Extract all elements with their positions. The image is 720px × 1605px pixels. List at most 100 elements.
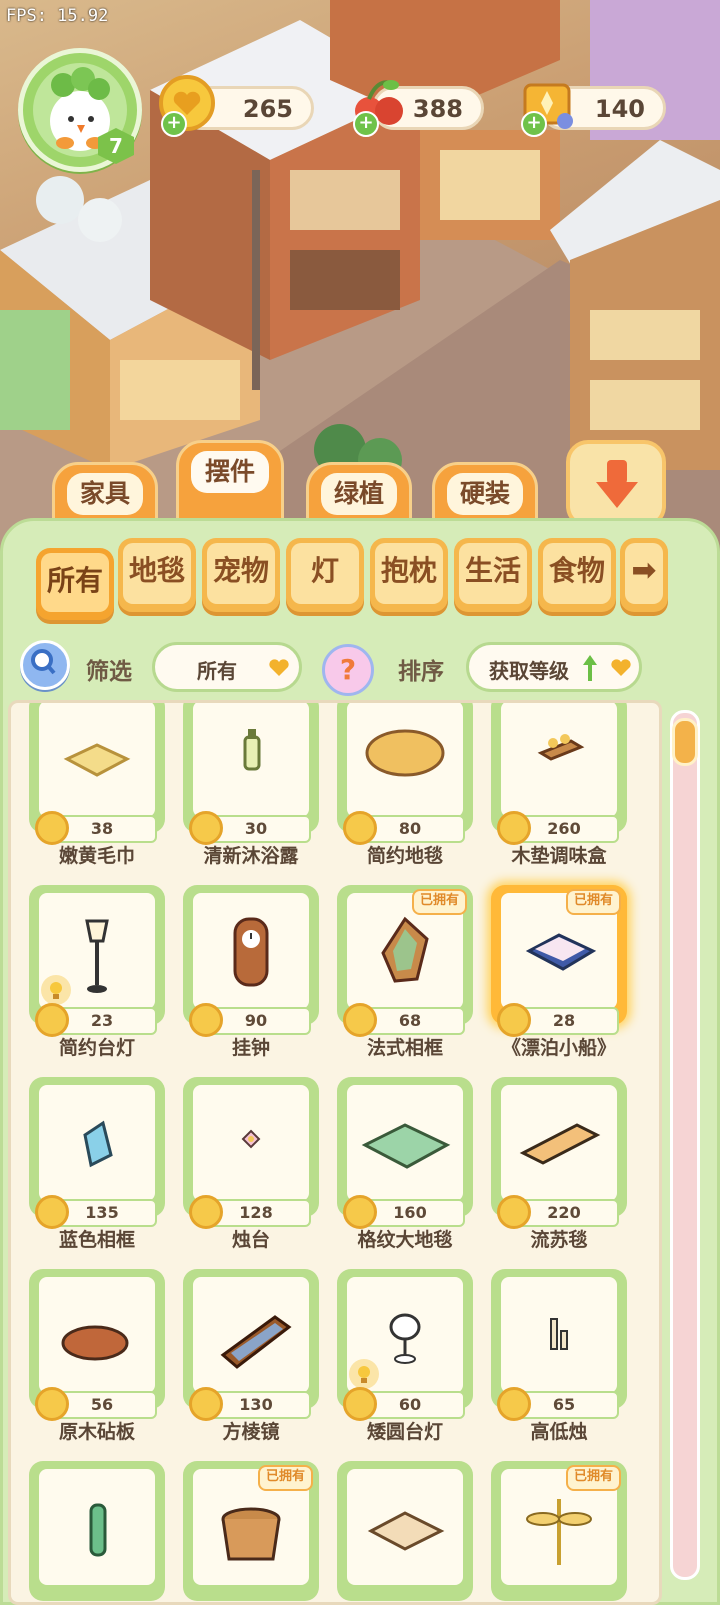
item-card[interactable]: 65	[491, 1269, 627, 1421]
item-card[interactable]: 38	[29, 703, 165, 845]
item-card[interactable]: 130	[183, 1269, 319, 1421]
item-card[interactable]: 56	[29, 1269, 165, 1421]
coin-icon	[189, 1003, 223, 1037]
coin-counter[interactable]: + 265	[159, 75, 314, 137]
item-card[interactable]: 60	[337, 1269, 473, 1421]
item-name: 木垫调味盒	[511, 845, 607, 867]
item-card[interactable]: 135	[29, 1077, 165, 1229]
rug-tassel-icon	[519, 1123, 601, 1165]
item-price: 80	[343, 811, 465, 845]
coin-icon	[497, 1195, 531, 1229]
subtab-all[interactable]: 所有	[36, 548, 114, 620]
bottle-icon	[243, 729, 261, 771]
heart-dropdown-icon	[611, 659, 631, 676]
item-name: 高低烛	[530, 1421, 588, 1443]
subtab-pillow[interactable]: 抱枕	[370, 538, 448, 612]
item-card[interactable]: 30	[183, 703, 319, 845]
frame-blue-icon	[83, 1120, 113, 1168]
coin-icon	[343, 1195, 377, 1229]
item-price-value: 68	[398, 1011, 422, 1030]
coin-icon	[189, 811, 223, 845]
item-card[interactable]: 220	[491, 1077, 627, 1229]
subtab-pet[interactable]: 宠物	[202, 538, 280, 612]
arrow-right-icon: ➡	[625, 543, 663, 604]
item-name: 简约台灯	[58, 1037, 135, 1059]
item-card[interactable]: 已拥有	[491, 1461, 627, 1601]
subtab-carpet-label: 地毯	[123, 543, 191, 604]
towel-icon	[63, 743, 131, 777]
item-price: 56	[35, 1387, 157, 1421]
board-icon	[61, 1325, 129, 1361]
item-price-value: 28	[552, 1011, 576, 1030]
item-name: 《漂泊小船》	[501, 1037, 616, 1059]
item-card[interactable]: 160	[337, 1077, 473, 1229]
item-card[interactable]	[29, 1461, 165, 1601]
item-name: 嫩黄毛巾	[58, 845, 135, 867]
item-card[interactable]: 90	[183, 885, 319, 1037]
fruit-value: 388	[412, 95, 463, 123]
item-price-value: 65	[552, 1395, 576, 1414]
subtab-life[interactable]: 生活	[454, 538, 532, 612]
scrollbar-thumb[interactable]	[672, 718, 698, 766]
item-card[interactable]: 80	[337, 703, 473, 845]
add-coin-button[interactable]: +	[161, 111, 187, 137]
item-price: 220	[497, 1195, 619, 1229]
coin-icon	[497, 1003, 531, 1037]
item-grid[interactable]: 38 嫩黄毛巾 30 清新沐浴露 80 简约地毯 260 木垫调味盒 23 简约台灯 90 挂钟 已拥有…	[8, 700, 662, 1605]
subtab-food[interactable]: 食物	[538, 538, 616, 612]
search-icon	[31, 649, 56, 675]
item-card[interactable]: 已拥有 28	[491, 885, 627, 1037]
item-card[interactable]: 128	[183, 1077, 319, 1229]
item-price: 38	[35, 811, 157, 845]
item-card[interactable]: 23	[29, 885, 165, 1037]
item-price-value: 160	[393, 1203, 427, 1222]
coin-icon	[35, 1003, 69, 1037]
item-card[interactable]: 260	[491, 703, 627, 845]
coin-icon	[343, 1387, 377, 1421]
add-fruit-button[interactable]: +	[353, 111, 379, 137]
item-name: 流苏毯	[530, 1229, 588, 1251]
sort-dropdown[interactable]: 获取等级	[466, 642, 642, 692]
scrollbar-track[interactable]	[670, 710, 700, 1580]
add-ticket-button[interactable]: +	[521, 111, 547, 137]
coin-icon	[343, 1003, 377, 1037]
tab-plants-label: 绿植	[321, 473, 397, 515]
subtab-lamp[interactable]: 灯	[286, 538, 364, 612]
filter-dropdown[interactable]: 所有	[152, 642, 302, 692]
item-price-value: 56	[90, 1395, 114, 1414]
item-price-value: 80	[398, 819, 422, 838]
item-price: 30	[189, 811, 311, 845]
item-card[interactable]: 已拥有 68	[337, 885, 473, 1037]
item-price: 28	[497, 1003, 619, 1037]
search-button[interactable]	[20, 640, 70, 690]
item-name: 格纹大地毯	[357, 1229, 453, 1251]
item-name: 方棱镜	[222, 1421, 280, 1443]
item-price: 135	[35, 1195, 157, 1229]
item-card[interactable]	[337, 1461, 473, 1601]
subtab-lamp-label: 灯	[291, 543, 359, 604]
subtab-pet-label: 宠物	[207, 543, 275, 604]
tab-ornaments[interactable]: 摆件	[176, 440, 284, 528]
item-name: 烛台	[231, 1229, 270, 1251]
item-price-value: 135	[85, 1203, 119, 1222]
subtab-pillow-label: 抱枕	[375, 543, 443, 604]
item-price-value: 60	[398, 1395, 422, 1414]
arrow-down-icon	[596, 460, 638, 508]
fps-counter: FPS: 15.92	[6, 6, 109, 26]
subtab-carpet[interactable]: 地毯	[118, 538, 196, 612]
help-button[interactable]: ?	[322, 644, 374, 696]
mirror-icon	[220, 1315, 292, 1369]
rug-check-icon	[361, 1123, 451, 1169]
coin-icon	[35, 1195, 69, 1229]
subtab-life-label: 生活	[459, 543, 527, 604]
filter-label: 筛选	[86, 659, 132, 685]
subtab-scroll-right-button[interactable]: ➡	[620, 538, 668, 612]
item-card[interactable]: 已拥有	[183, 1461, 319, 1601]
owned-badge: 已拥有	[257, 1465, 313, 1491]
item-price-value: 90	[244, 1011, 268, 1030]
collapse-panel-button[interactable]	[566, 440, 666, 528]
item-price: 68	[343, 1003, 465, 1037]
fruit-counter[interactable]: + 388	[353, 80, 484, 137]
ticket-counter[interactable]: + 140	[521, 83, 666, 137]
sort-value: 获取等级	[489, 659, 569, 683]
